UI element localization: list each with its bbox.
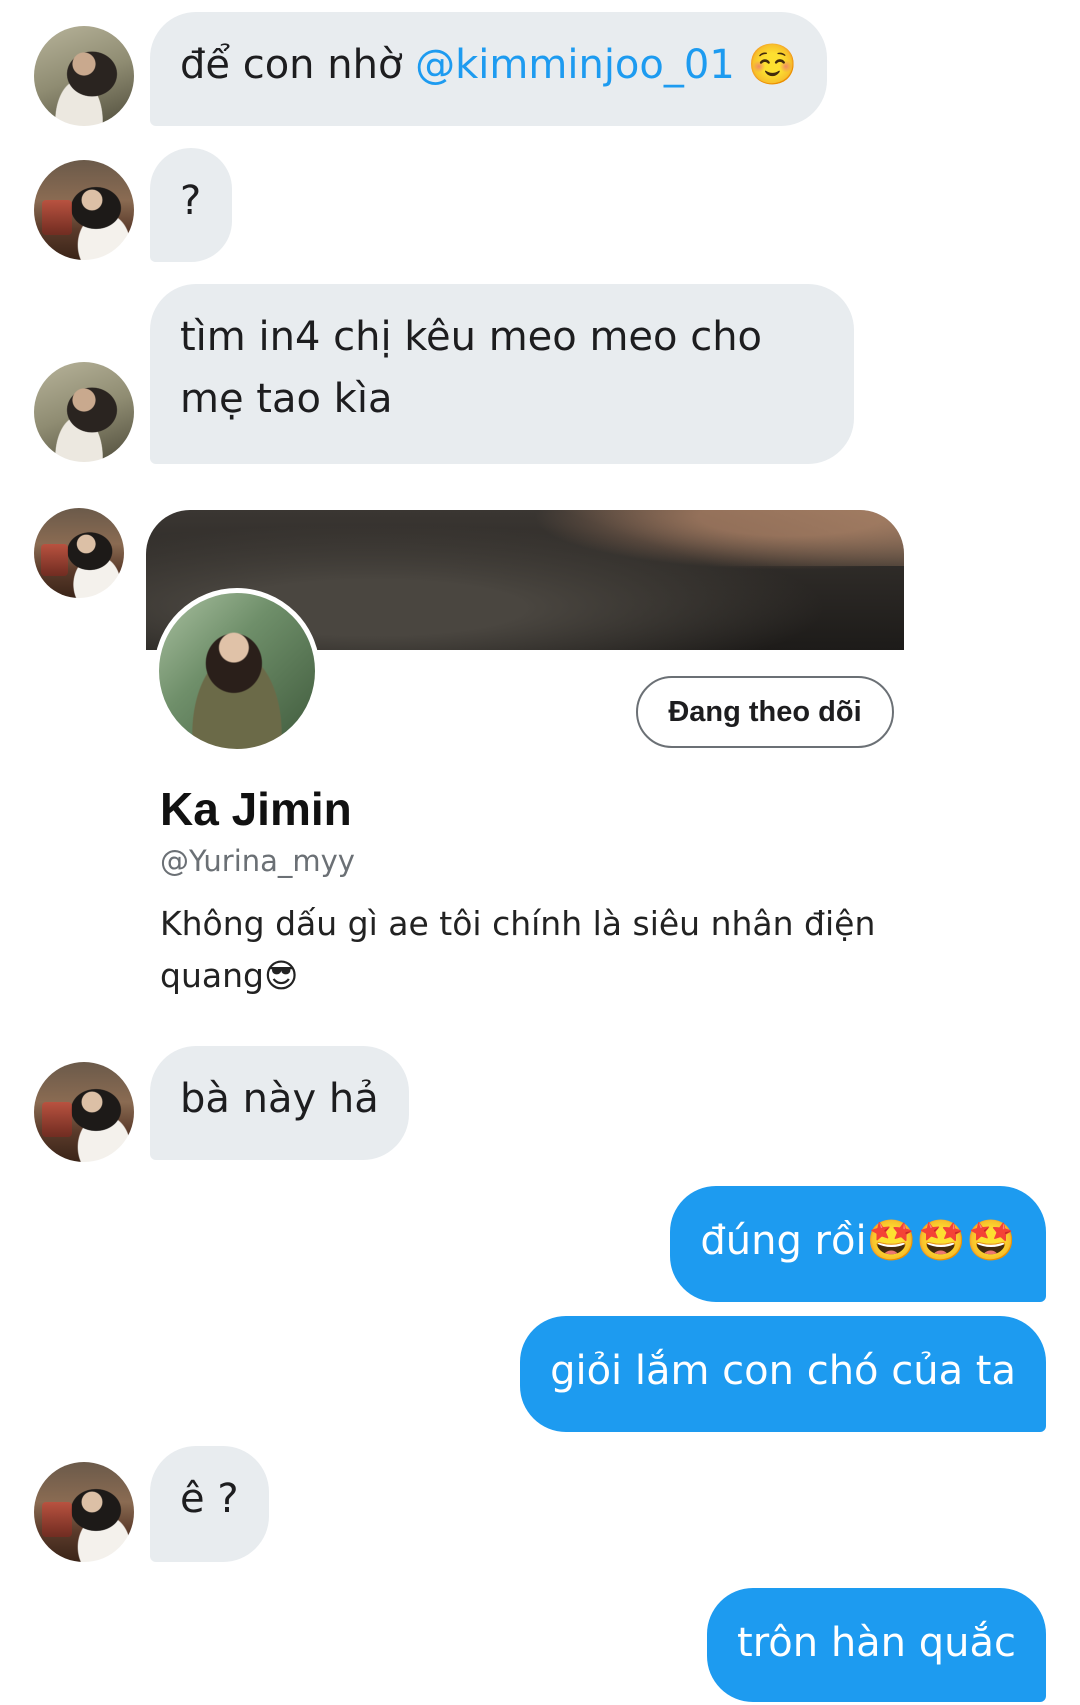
message-bubble: để con nhờ @kimminjoo_01 ☺️: [150, 12, 828, 126]
message-bubble: ê ?: [150, 1446, 269, 1562]
following-button[interactable]: Đang theo dõi: [636, 676, 894, 748]
sender-avatar[interactable]: [34, 362, 134, 462]
message-bubble-outgoing: trôn hàn quắc: [707, 1588, 1046, 1702]
message-bubble-outgoing: đúng rồi🤩🤩🤩: [670, 1186, 1046, 1302]
message-bubble: ?: [150, 148, 232, 262]
profile-picture: [154, 588, 320, 754]
message-text: ?: [180, 178, 202, 224]
message-text: trôn hàn quắc: [737, 1620, 1016, 1666]
profile-handle: @Yurina_myy: [160, 844, 355, 878]
sender-avatar[interactable]: [34, 26, 134, 126]
message-text: bà này hả: [180, 1076, 379, 1122]
message-text: tìm in4 chị kêu meo meo cho mẹ tao kìa: [180, 314, 763, 422]
mention-link[interactable]: @kimminjoo_01: [415, 42, 735, 88]
message-text: đúng rồi🤩🤩🤩: [700, 1218, 1016, 1264]
receiver-avatar[interactable]: [34, 1062, 134, 1162]
message-text: để con nhờ: [180, 42, 416, 88]
receiver-avatar[interactable]: [34, 508, 124, 598]
message-bubble: bà này hả: [150, 1046, 409, 1160]
profile-display-name: Ka Jimin: [160, 783, 352, 835]
message-bubble: tìm in4 chị kêu meo meo cho mẹ tao kìa: [150, 284, 854, 464]
receiver-avatar[interactable]: [34, 1462, 134, 1562]
message-text: giỏi lắm con chó của ta: [550, 1348, 1016, 1394]
receiver-avatar[interactable]: [34, 160, 134, 260]
profile-card[interactable]: Đang theo dõi Ka Jimin @Yurina_myy Không…: [146, 510, 904, 995]
smiling-emoji: ☺️: [734, 42, 798, 88]
profile-bio: Không dấu gì ae tôi chính là siêu nhân đ…: [160, 904, 876, 995]
message-text: ê ?: [180, 1476, 239, 1522]
message-bubble-outgoing: giỏi lắm con chó của ta: [520, 1316, 1046, 1432]
